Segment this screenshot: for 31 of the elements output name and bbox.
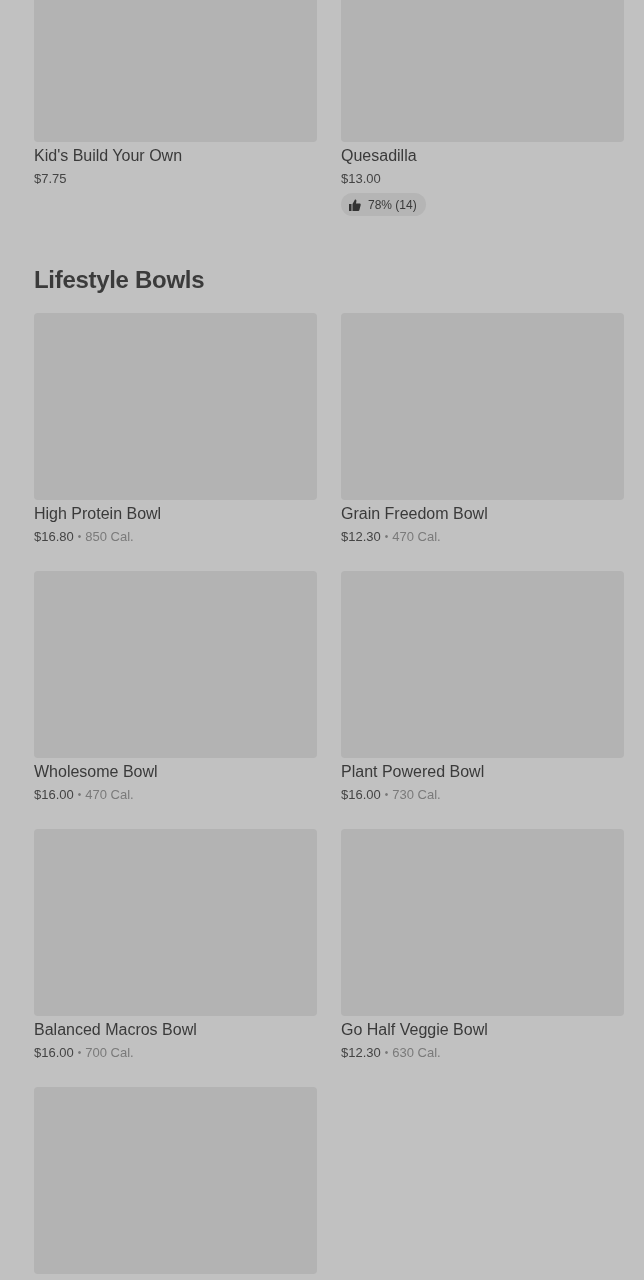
separator-dot: • <box>77 530 82 544</box>
separator-dot: • <box>384 1046 389 1060</box>
item-calories: 850 Cal. <box>85 528 134 546</box>
item-name: Go Half Veggie Bowl <box>341 1020 488 1040</box>
separator-dot: • <box>77 788 82 802</box>
item-calories: 700 Cal. <box>85 1044 134 1062</box>
item-name: Plant Powered Bowl <box>341 762 485 782</box>
item-calories: 470 Cal. <box>392 528 441 546</box>
item-calories: 470 Cal. <box>85 786 134 804</box>
item-name: High Protein Bowl <box>34 504 162 524</box>
item-price: $16.00 <box>34 1044 74 1062</box>
item-price: $16.00 <box>34 786 74 804</box>
item-price: $12.30 <box>341 1044 381 1062</box>
separator-dot: • <box>384 530 389 544</box>
item-name: Quesadilla <box>341 146 417 166</box>
item-name: Balanced Macros Bowl <box>34 1020 197 1040</box>
item-price: $16.00 <box>341 786 381 804</box>
item-calories: 730 Cal. <box>392 786 441 804</box>
item-price: $13.00 <box>341 170 381 188</box>
thumbs-up-icon <box>349 198 361 211</box>
separator-dot: • <box>384 788 389 802</box>
item-calories: 630 Cal. <box>392 1044 441 1062</box>
item-name: Grain Freedom Bowl <box>341 504 488 524</box>
item-price: $7.75 <box>34 170 67 188</box>
item-name: Wholesome Bowl <box>34 762 158 782</box>
item-price: $16.80 <box>34 528 74 546</box>
section-heading: Lifestyle Bowls <box>34 265 206 295</box>
rating-badge: 78% (14) <box>341 193 426 216</box>
separator-dot: • <box>77 1046 82 1060</box>
item-price: $12.30 <box>341 528 381 546</box>
item-name: Kid's Build Your Own <box>34 146 183 166</box>
